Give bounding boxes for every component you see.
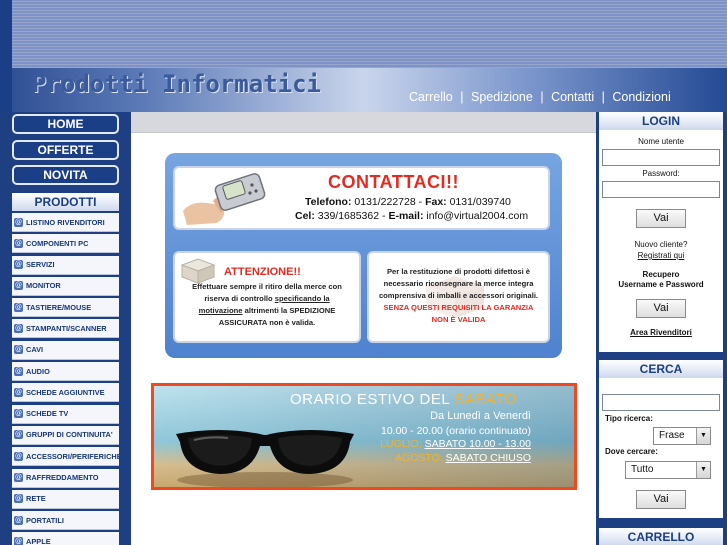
category-item[interactable]: @ COMPONENTI PC: [12, 234, 119, 254]
bullet-icon: @: [14, 515, 23, 525]
category-item[interactable]: @ LISTINO RIVENDITORI: [12, 213, 119, 232]
bullet-icon: @: [14, 302, 23, 312]
bullet-icon: @: [14, 473, 23, 483]
search-input[interactable]: [602, 394, 720, 411]
warning-title: ATTENZIONE!!: [224, 266, 301, 278]
bullet-icon: @: [14, 217, 23, 227]
bullet-icon: @: [14, 451, 23, 461]
reseller-area-link[interactable]: Area Rivenditori: [599, 328, 723, 337]
password-input[interactable]: [602, 181, 720, 198]
search-type-select[interactable]: Frase ▼: [653, 427, 711, 445]
bullet-icon: @: [14, 366, 23, 376]
search-heading: CERCA: [599, 360, 723, 378]
warning-text: Effettuare sempre il ritiro della merce …: [192, 282, 342, 327]
category-item[interactable]: @ SCHEDE TV: [12, 404, 119, 424]
category-item[interactable]: @ MONITOR: [12, 276, 119, 296]
category-item[interactable]: @ TASTIERE/MOUSE: [12, 298, 119, 318]
search-where-select[interactable]: Tutto ▼: [625, 461, 711, 479]
return-policy-text: Per la restituzione di prodotti difettos…: [378, 267, 539, 324]
contact-title: CONTATTACI!!: [328, 172, 459, 192]
chevron-down-icon: ▼: [696, 428, 710, 444]
bullet-icon: @: [14, 260, 23, 270]
nav-separator: |: [540, 90, 544, 104]
category-item[interactable]: @ RAFFREDDAMENTO: [12, 468, 119, 488]
username-label: Nome utente: [638, 137, 684, 146]
bullet-icon: @: [14, 281, 23, 291]
summer-august: AGOSTO: SABATO CHIUSO: [395, 452, 531, 464]
chevron-down-icon: ▼: [696, 462, 710, 478]
offerte-button[interactable]: OFFERTE: [12, 140, 119, 160]
category-item[interactable]: @ SERVIZI: [12, 255, 119, 275]
password-label: Password:: [642, 169, 680, 178]
summer-title: ORARIO ESTIVO DEL SABATO: [290, 391, 517, 408]
login-heading: LOGIN: [599, 112, 723, 130]
search-where-label: Dove cercare:: [605, 447, 658, 456]
email-link[interactable]: info@virtual2004.com: [426, 210, 528, 222]
category-item[interactable]: @ APPLE: [12, 532, 119, 545]
bullet-icon: @: [14, 345, 23, 355]
category-item[interactable]: @ GRUPPI DI CONTINUITA': [12, 425, 119, 445]
bullet-icon: @: [14, 430, 23, 440]
summer-july: LUGLIO: SABATO 10.00 - 13.00: [380, 438, 531, 450]
contact-phone-fax: Telefono: 0131/222728 - Fax: 0131/039740: [305, 196, 511, 208]
recover-subtitle: Username e Password: [618, 280, 704, 289]
category-list: @ LISTINO RIVENDITORI @ COMPONENTI PC @ SER…: [12, 213, 119, 545]
products-heading: PRODOTTI: [12, 193, 119, 211]
phone-in-hand-illustration: [183, 173, 266, 225]
content-top-bar: [131, 112, 596, 133]
bullet-icon: @: [14, 323, 23, 333]
nav-link-carrello[interactable]: Carrello: [409, 90, 453, 104]
register-link[interactable]: Registrati qui: [599, 251, 723, 260]
bullet-icon: @: [14, 536, 23, 545]
summer-weekday-hours: 10.00 - 20.00 (orario continuato): [380, 425, 531, 437]
contact-cel-email: Cel: 339/1685362 - E-mail: info@virtual2…: [295, 210, 529, 222]
bullet-icon: @: [14, 409, 23, 419]
nav-separator: |: [460, 90, 464, 104]
search-type-label: Tipo ricerca:: [605, 414, 653, 423]
category-item[interactable]: @ RETE: [12, 489, 119, 509]
category-item[interactable]: @ ACCESSORI/PERIFERICHE: [12, 447, 119, 467]
category-item[interactable]: @ SCHEDE AGGIUNTIVE: [12, 383, 119, 403]
category-item[interactable]: @ CAVI: [12, 340, 119, 360]
cart-heading: CARRELLO: [599, 528, 723, 545]
nav-link-condizioni[interactable]: Condizioni: [612, 90, 670, 104]
category-item[interactable]: @ AUDIO: [12, 362, 119, 382]
top-navigation: Carrello | Spedizione | Contatti | Condi…: [409, 90, 671, 104]
home-button[interactable]: HOME: [12, 114, 119, 134]
login-submit-button[interactable]: Vai: [636, 209, 686, 228]
summer-days: Da Lunedì a Venerdì: [430, 410, 531, 422]
header-top-band: [0, 0, 727, 68]
novita-button[interactable]: NOVITA: [12, 165, 119, 185]
username-input[interactable]: [602, 149, 720, 166]
search-submit-button[interactable]: Vai: [636, 490, 686, 509]
bullet-icon: @: [14, 387, 23, 397]
category-item[interactable]: @ STAMPANTI/SCANNER: [12, 319, 119, 339]
nav-link-contatti[interactable]: Contatti: [551, 90, 594, 104]
category-item[interactable]: @ PORTATILI: [12, 511, 119, 531]
site-title: Prodotti Informatici: [32, 70, 321, 98]
sunglasses-illustration: [176, 430, 354, 487]
recover-submit-button[interactable]: Vai: [636, 299, 686, 318]
bullet-icon: @: [14, 494, 23, 504]
new-client-text: Nuovo cliente?: [634, 240, 688, 249]
bullet-icon: @: [14, 238, 23, 248]
nav-link-spedizione[interactable]: Spedizione: [471, 90, 533, 104]
nav-separator: |: [601, 90, 605, 104]
recover-title: Recupero: [642, 270, 680, 279]
